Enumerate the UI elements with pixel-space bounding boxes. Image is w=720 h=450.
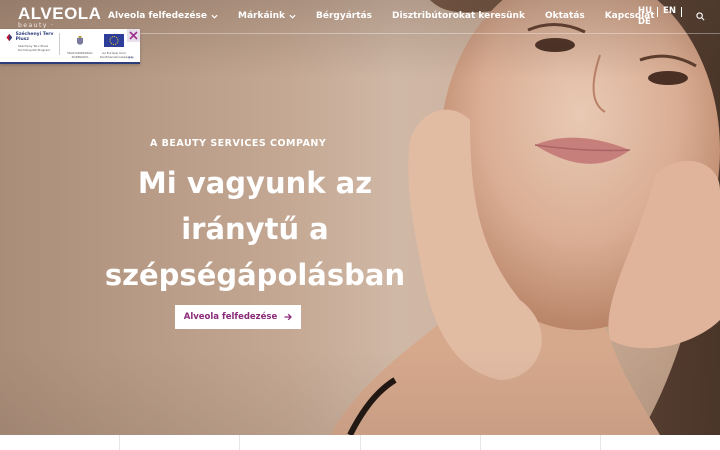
hero-eyebrow: A BEAUTY SERVICES COMPANY — [150, 138, 327, 149]
government-text: MAGYARORSZÁG KORMÁNYA — [67, 51, 93, 59]
main-nav: Alveola felfedezése Márkáink Bérgyártás … — [108, 11, 655, 21]
arrow-right-icon — [284, 313, 293, 321]
cta-label: Alveola felfedezése — [183, 312, 278, 322]
nav-item-label: Oktatás — [544, 11, 585, 21]
strip-cell — [481, 435, 601, 450]
search-icon[interactable] — [696, 12, 705, 21]
eu-flag-icon — [104, 34, 124, 47]
eu-logo: Az Európai Unió társfinanszírozásával — [100, 32, 132, 59]
szechenyi-subtitle: Szécheny Terv Plusz Kormányzati Program — [18, 44, 51, 52]
lang-en[interactable]: EN — [663, 6, 676, 17]
szechenyi-title: Széchenyi Terv Plusz — [15, 32, 54, 42]
hero-headline: Mi vagyunk az iránytű a szépségápolásban — [80, 160, 430, 298]
headline-line: Mi vagyunk az — [137, 166, 373, 200]
banner-divider — [59, 33, 60, 55]
headline-line: iránytű a — [181, 212, 329, 246]
strip-cell — [601, 435, 720, 450]
nav-item-disztributorok[interactable]: Disztribútorokat keresünk — [392, 11, 525, 21]
banner-arrows: »» — [127, 55, 134, 61]
lang-divider — [680, 6, 682, 17]
nav-item-markaink[interactable]: Márkáink — [238, 11, 296, 21]
banner-close-button[interactable] — [127, 29, 140, 42]
chevron-down-icon — [289, 14, 296, 19]
language-switcher: HU EN DE — [638, 6, 687, 28]
chevron-down-icon — [211, 14, 218, 19]
strip-cell — [240, 435, 361, 450]
nav-item-label: Disztribútorokat keresünk — [391, 11, 525, 21]
szechenyi-logo: Széchenyi Terv Plusz Szécheny Terv Plusz… — [5, 32, 57, 52]
brand-name: ALVEOLA — [18, 4, 102, 23]
strip-cell — [361, 435, 481, 450]
funding-banner[interactable]: Széchenyi Terv Plusz Szécheny Terv Plusz… — [0, 29, 140, 64]
lang-hu[interactable]: HU — [638, 6, 652, 17]
nav-item-oktatas[interactable]: Oktatás — [545, 11, 585, 21]
nav-item-label: Márkáink — [237, 11, 285, 21]
lang-de[interactable]: DE — [638, 17, 651, 28]
nav-item-label: Alveola felfedezése — [108, 11, 207, 21]
lang-divider — [657, 6, 659, 17]
coat-of-arms-icon — [77, 36, 83, 45]
headline-line: szépségápolásban — [104, 258, 406, 292]
explore-alveola-button[interactable]: Alveola felfedezése — [175, 305, 301, 329]
close-icon — [129, 31, 138, 40]
government-logo: MAGYARORSZÁG KORMÁNYA — [66, 32, 94, 59]
nav-item-bergyartas[interactable]: Bérgyártás — [316, 11, 372, 21]
nav-item-label: Bérgyártás — [316, 11, 372, 21]
strip-cell — [120, 435, 241, 450]
eu-text: Az Európai Unió társfinanszírozásával — [100, 51, 132, 59]
bottom-strip — [0, 435, 720, 450]
strip-cell — [0, 435, 121, 450]
szechenyi-emblem-icon — [6, 33, 13, 42]
nav-item-alveola-felfedezese[interactable]: Alveola felfedezése — [108, 11, 218, 21]
